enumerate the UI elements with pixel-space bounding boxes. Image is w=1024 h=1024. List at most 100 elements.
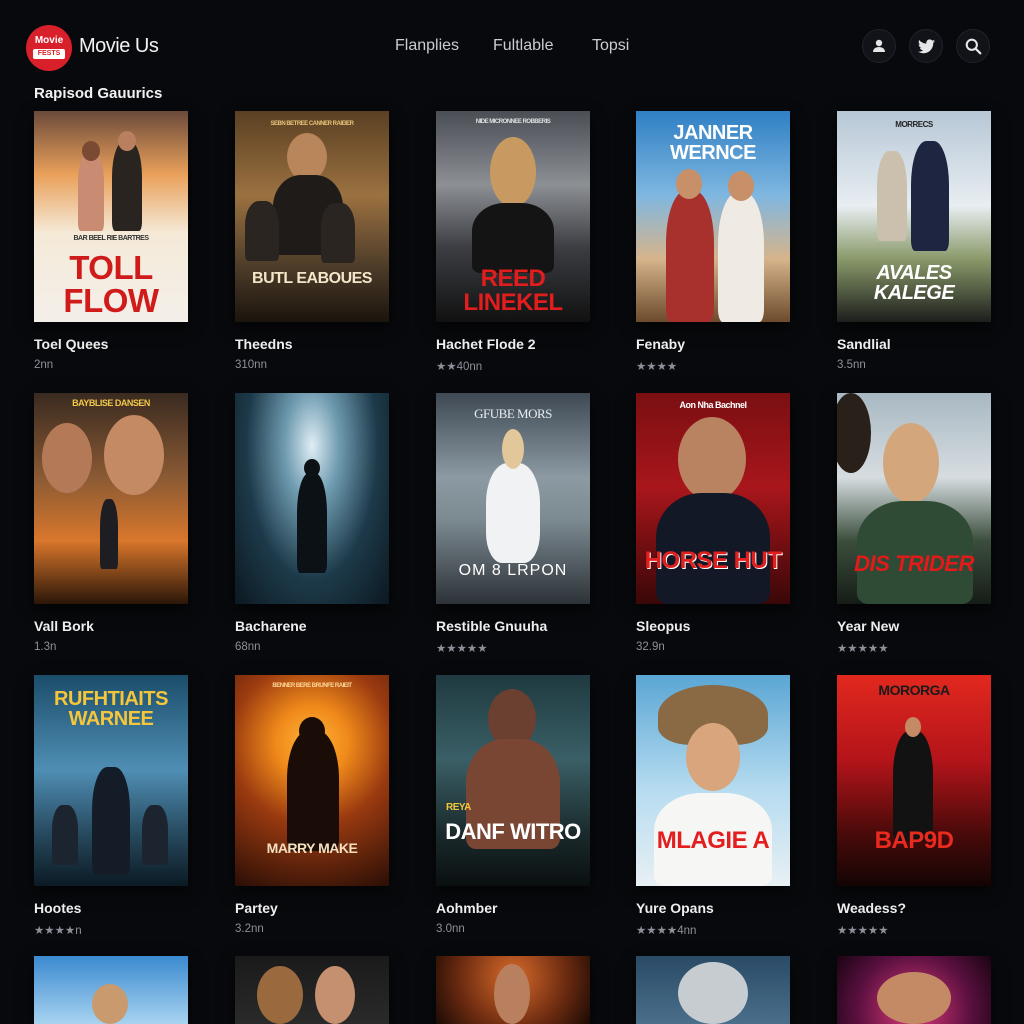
poster-figure-head (728, 171, 754, 201)
movie-card[interactable]: DIS TRIDER Year New ★★★★★ (837, 393, 991, 655)
poster-tagline: REYA (446, 802, 471, 813)
movie-card[interactable]: MLAGIE A Yure Opans ★★★★4nn (636, 675, 790, 937)
movie-card[interactable]: Aon Nha Bachnel HORSE HUT Sleopus 32.9n (636, 393, 790, 653)
movie-meta: ★★★★★ (837, 925, 889, 937)
poster-figure (92, 767, 130, 875)
movie-card[interactable]: Bacharene 68nn (235, 393, 389, 653)
movie-title[interactable]: Partey (235, 900, 389, 918)
movie-poster[interactable] (636, 956, 790, 1024)
movie-poster[interactable]: RUFHTIAITS WARNEE (34, 675, 188, 886)
poster-title-text: BUTL EABOUES (252, 270, 372, 287)
movie-title[interactable]: Restible Gnuuha (436, 618, 590, 636)
movie-poster[interactable]: BAR BEEL RIE BARTRES TOLL FLOW (34, 111, 188, 322)
user-button[interactable] (862, 29, 896, 63)
poster-figure-head (678, 417, 746, 501)
user-icon (873, 39, 885, 52)
movie-poster[interactable]: Aon Nha Bachnel HORSE HUT (636, 393, 790, 604)
search-button[interactable] (956, 29, 990, 63)
movie-title[interactable]: Hachet Flode 2 (436, 336, 590, 354)
poster-figure-head (502, 429, 524, 469)
movie-meta: 68nn (235, 641, 261, 653)
nav-link-topsi[interactable]: Topsi (592, 37, 629, 55)
nav-link-fultlable[interactable]: Fultlable (493, 37, 553, 55)
movie-card[interactable]: GFUBE MORS OM 8 LRPON Restible Gnuuha ★★… (436, 393, 590, 655)
poster-tagline: MORRECS (895, 120, 933, 129)
movie-card[interactable]: JANNER WERNCE Fenaby ★★★★ (636, 111, 790, 373)
poster-figure (142, 805, 168, 865)
movie-title[interactable]: Vall Bork (34, 618, 188, 636)
movie-card[interactable] (34, 956, 188, 1024)
poster-figure (321, 203, 355, 263)
movie-poster[interactable]: DIS TRIDER (837, 393, 991, 604)
movie-title[interactable]: Bacharene (235, 618, 389, 636)
poster-figure-head (118, 131, 136, 151)
movie-poster[interactable]: JANNER WERNCE (636, 111, 790, 322)
movie-title[interactable]: Yure Opans (636, 900, 790, 918)
movie-card[interactable]: NIDE MICRONNEE ROBBERIS REED LINEKEL Hac… (436, 111, 590, 373)
movie-poster[interactable]: MORORGA BAP9D (837, 675, 991, 886)
logo-badge: FESTS (33, 49, 65, 59)
movie-poster[interactable]: REYA DANF WITRO (436, 675, 590, 886)
movie-poster[interactable] (436, 956, 590, 1024)
movie-title[interactable]: Theedns (235, 336, 389, 354)
poster-tagline: BENNER BERE BRUNFE RAIEIT (272, 683, 352, 689)
movie-poster[interactable]: BAYBLISE DANSEN (34, 393, 188, 604)
movie-title[interactable]: Toel Quees (34, 336, 188, 354)
poster-title-text: RUFHTIAITS WARNEE (54, 688, 168, 730)
movie-poster[interactable] (34, 956, 188, 1024)
movie-card[interactable]: REYA DANF WITRO Aohmber 3.0nn (436, 675, 590, 935)
movie-poster[interactable]: NIDE MICRONNEE ROBBERIS REED LINEKEL (436, 111, 590, 322)
movie-card[interactable] (837, 956, 991, 1024)
movie-title[interactable]: Hootes (34, 900, 188, 918)
twitter-button[interactable] (909, 29, 943, 63)
movie-card[interactable] (436, 956, 590, 1024)
poster-figure (718, 193, 764, 322)
top-bar: Movie FESTS Movie Us Flanplies Fultlable… (0, 0, 1024, 90)
movie-title[interactable]: Fenaby (636, 336, 790, 354)
poster-tagline: BAR BEEL RIE BARTRES (73, 235, 149, 242)
movie-card[interactable] (235, 956, 389, 1024)
movie-meta: ★★★★4nn (636, 925, 697, 937)
movie-title[interactable]: Sandlial (837, 336, 991, 354)
poster-figure-head (676, 169, 702, 199)
movie-title[interactable]: Sleopus (636, 618, 790, 636)
poster-figure (666, 191, 714, 322)
poster-tagline: BAYBLISE DANSEN (72, 398, 150, 408)
movie-poster[interactable] (837, 956, 991, 1024)
poster-tagline: SEBN BETREE CANNER RAIEIER (270, 121, 354, 127)
movie-title[interactable]: Aohmber (436, 900, 590, 918)
movie-poster[interactable]: GFUBE MORS OM 8 LRPON (436, 393, 590, 604)
movie-poster[interactable]: SEBN BETREE CANNER RAIEIER BUTL EABOUES (235, 111, 389, 322)
poster-figure-head (315, 966, 355, 1024)
movie-poster[interactable] (235, 956, 389, 1024)
brand-name[interactable]: Movie Us (79, 35, 159, 58)
movie-poster[interactable]: BENNER BERE BRUNFE RAIEIT MARRY MAKE (235, 675, 389, 886)
poster-figure-head (299, 717, 325, 745)
movie-title[interactable]: Weadess? (837, 900, 991, 918)
movie-card[interactable]: MORORGA BAP9D Weadess? ★★★★★ (837, 675, 991, 937)
poster-figure (877, 151, 907, 241)
poster-title-text: REED LINEKEL (463, 265, 563, 316)
nav-link-flanplies[interactable]: Flanplies (395, 37, 459, 55)
movie-poster[interactable] (235, 393, 389, 604)
poster-figure-head (304, 459, 320, 477)
movie-card[interactable]: BAR BEEL RIE BARTRES TOLL FLOW Toel Quee… (34, 111, 188, 371)
movie-card[interactable]: MORRECS AVALES KALEGE Sandlial 3.5nn (837, 111, 991, 371)
movie-meta: ★★★★★ (837, 643, 889, 655)
movie-card[interactable] (636, 956, 790, 1024)
section-title: Rapisod Gauurics (34, 85, 163, 102)
poster-figure-head (905, 717, 921, 737)
twitter-icon (917, 38, 935, 53)
logo[interactable]: Movie FESTS (26, 25, 72, 71)
poster-figure (486, 463, 540, 563)
movie-poster[interactable]: MORRECS AVALES KALEGE (837, 111, 991, 322)
movie-card[interactable]: SEBN BETREE CANNER RAIEIER BUTL EABOUES … (235, 111, 389, 371)
poster-tagline: MORORGA (878, 682, 950, 698)
poster-tagline: Aon Nha Bachnel (679, 400, 747, 410)
movie-card[interactable]: RUFHTIAITS WARNEE Hootes ★★★★n (34, 675, 188, 937)
poster-figure-head (287, 133, 327, 181)
movie-card[interactable]: BENNER BERE BRUNFE RAIEIT MARRY MAKE Par… (235, 675, 389, 935)
movie-poster[interactable]: MLAGIE A (636, 675, 790, 886)
movie-card[interactable]: BAYBLISE DANSEN Vall Bork 1.3n (34, 393, 188, 653)
movie-title[interactable]: Year New (837, 618, 991, 636)
